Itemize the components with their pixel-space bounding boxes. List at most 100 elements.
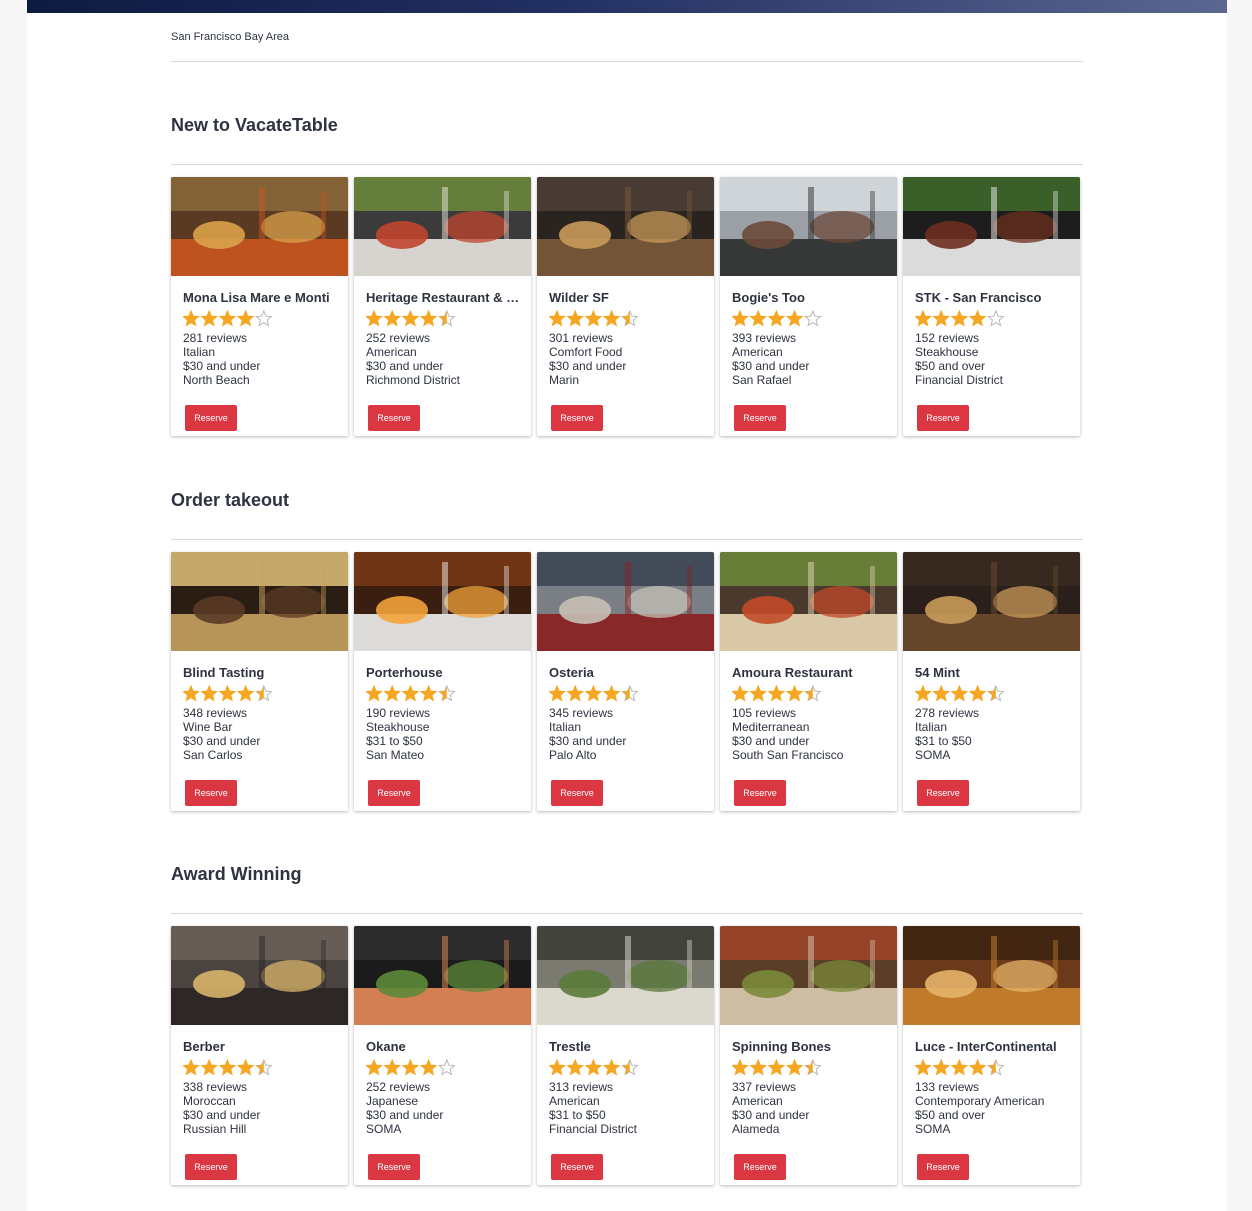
review-count: 133 reviews	[915, 1080, 980, 1094]
cuisine-label: American	[366, 345, 417, 359]
reserve-button[interactable]: Reserve	[917, 1154, 969, 1180]
reserve-button[interactable]: Reserve	[734, 780, 786, 806]
price-range: $50 and over	[915, 1108, 986, 1122]
restaurant-name[interactable]: Wilder SF	[549, 290, 704, 305]
star-full-icon	[549, 1059, 566, 1076]
star-full-icon	[200, 685, 219, 702]
restaurant-name[interactable]: Heritage Restaurant & Bar	[366, 290, 521, 305]
restaurant-card[interactable]: Wilder SF 301 reviews Comfort Food $30 and …	[537, 177, 714, 436]
cuisine-label: Japanese	[366, 1094, 419, 1108]
star-full-icon	[915, 685, 932, 702]
star-full-icon	[785, 310, 804, 327]
restaurant-card[interactable]: Okane 252 reviews Japanese $30 and under SOM…	[354, 926, 531, 1185]
section-title-award: Award Winning	[171, 864, 302, 884]
restaurant-card[interactable]: Trestle 313 reviews American $31 to $50 Fina…	[537, 926, 714, 1185]
star-half-icon	[620, 310, 639, 327]
restaurant-photo[interactable]	[171, 552, 348, 651]
reserve-button[interactable]: Reserve	[551, 780, 603, 806]
star-rating	[915, 1059, 1007, 1076]
restaurant-photo[interactable]	[171, 926, 348, 1025]
restaurant-card[interactable]: Bogie's Too 393 reviews American $30 and un…	[720, 177, 897, 436]
star-full-icon	[383, 310, 402, 327]
restaurant-card[interactable]: STK - San Francisco 152 reviews Steakhouse…	[903, 177, 1080, 436]
star-full-icon	[932, 310, 951, 327]
price-range: $30 and under	[549, 734, 627, 748]
price-range: $31 to $50	[915, 734, 972, 748]
neighborhood-label: Financial District	[915, 373, 1004, 387]
star-full-icon	[218, 310, 237, 327]
restaurant-photo[interactable]	[903, 926, 1080, 1025]
restaurant-photo[interactable]	[720, 926, 897, 1025]
reserve-button[interactable]: Reserve	[185, 405, 237, 431]
restaurant-name[interactable]: Amoura Restaurant	[732, 665, 887, 680]
neighborhood-label: SOMA	[366, 1122, 402, 1136]
restaurant-name[interactable]: Blind Tasting	[183, 665, 338, 680]
header-bar	[27, 0, 1227, 13]
star-full-icon	[968, 1059, 987, 1076]
restaurant-card[interactable]: Amoura Restaurant 105 reviews Mediterranea…	[720, 552, 897, 811]
restaurant-name[interactable]: Bogie's Too	[732, 290, 887, 305]
restaurant-photo[interactable]	[171, 177, 348, 276]
restaurant-card[interactable]: Porterhouse 190 reviews Steakhouse $31 to $…	[354, 552, 531, 811]
restaurant-card[interactable]: Osteria 345 reviews Italian $30 and under Pa…	[537, 552, 714, 811]
restaurant-photo[interactable]	[720, 177, 897, 276]
star-full-icon	[915, 1059, 932, 1076]
cuisine-label: Mediterranean	[732, 720, 810, 734]
reserve-button[interactable]: Reserve	[917, 405, 969, 431]
reserve-button[interactable]: Reserve	[368, 780, 420, 806]
reserve-button[interactable]: Reserve	[917, 780, 969, 806]
star-full-icon	[950, 685, 969, 702]
star-rating	[366, 685, 458, 702]
restaurant-card[interactable]: 54 Mint 278 reviews Italian $31 to $50 SOMA R…	[903, 552, 1080, 811]
neighborhood-label: SOMA	[915, 748, 951, 762]
review-count: 281 reviews	[183, 331, 248, 345]
cuisine-label: Contemporary American	[915, 1094, 1045, 1108]
restaurant-card[interactable]: Luce - InterContinental 133 reviews Contem…	[903, 926, 1080, 1185]
reserve-button[interactable]: Reserve	[185, 1154, 237, 1180]
reserve-button[interactable]: Reserve	[368, 405, 420, 431]
restaurant-name[interactable]: 54 Mint	[915, 665, 1070, 680]
star-full-icon	[566, 310, 585, 327]
reserve-button[interactable]: Reserve	[734, 405, 786, 431]
restaurant-name[interactable]: Berber	[183, 1039, 338, 1054]
star-full-icon	[236, 1059, 255, 1076]
restaurant-name[interactable]: Okane	[366, 1039, 521, 1054]
neighborhood-label: Russian Hill	[183, 1122, 247, 1136]
restaurant-name[interactable]: Mona Lisa Mare e Monti	[183, 290, 338, 305]
restaurant-card[interactable]: Heritage Restaurant & Bar 252 reviews Amer…	[354, 177, 531, 436]
restaurant-name[interactable]: STK - San Francisco	[915, 290, 1070, 305]
cuisine-label: Steakhouse	[366, 720, 430, 734]
restaurant-name[interactable]: Luce - InterContinental	[915, 1039, 1070, 1054]
page: San Francisco Bay Area New to VacateTabl…	[27, 0, 1227, 1211]
star-full-icon	[584, 310, 603, 327]
price-range: $30 and under	[366, 359, 444, 373]
restaurant-card[interactable]: Berber 338 reviews Moroccan $30 and under Ru…	[171, 926, 348, 1185]
restaurant-card[interactable]: Spinning Bones 337 reviews American $30 and…	[720, 926, 897, 1185]
price-range: $30 and under	[732, 359, 810, 373]
restaurant-photo[interactable]	[537, 926, 714, 1025]
reserve-button[interactable]: Reserve	[734, 1154, 786, 1180]
restaurant-photo[interactable]	[354, 926, 531, 1025]
restaurant-photo[interactable]	[720, 552, 897, 651]
restaurant-name[interactable]: Osteria	[549, 665, 704, 680]
restaurant-card[interactable]: Mona Lisa Mare e Monti 281 reviews Italian…	[171, 177, 348, 436]
reserve-button[interactable]: Reserve	[368, 1154, 420, 1180]
reserve-button[interactable]: Reserve	[551, 405, 603, 431]
restaurant-name[interactable]: Porterhouse	[366, 665, 521, 680]
restaurant-card[interactable]: Blind Tasting 348 reviews Wine Bar $30 and …	[171, 552, 348, 811]
restaurant-photo[interactable]	[537, 177, 714, 276]
restaurant-photo[interactable]	[903, 552, 1080, 651]
cuisine-label: American	[732, 345, 783, 359]
reserve-button[interactable]: Reserve	[185, 780, 237, 806]
star-full-icon	[383, 1059, 402, 1076]
restaurant-photo[interactable]	[903, 177, 1080, 276]
star-full-icon	[549, 310, 566, 327]
star-full-icon	[932, 685, 951, 702]
review-count: 338 reviews	[183, 1080, 248, 1094]
restaurant-name[interactable]: Trestle	[549, 1039, 704, 1054]
restaurant-photo[interactable]	[354, 177, 531, 276]
restaurant-photo[interactable]	[354, 552, 531, 651]
restaurant-name[interactable]: Spinning Bones	[732, 1039, 887, 1054]
reserve-button[interactable]: Reserve	[551, 1154, 603, 1180]
restaurant-photo[interactable]	[537, 552, 714, 651]
